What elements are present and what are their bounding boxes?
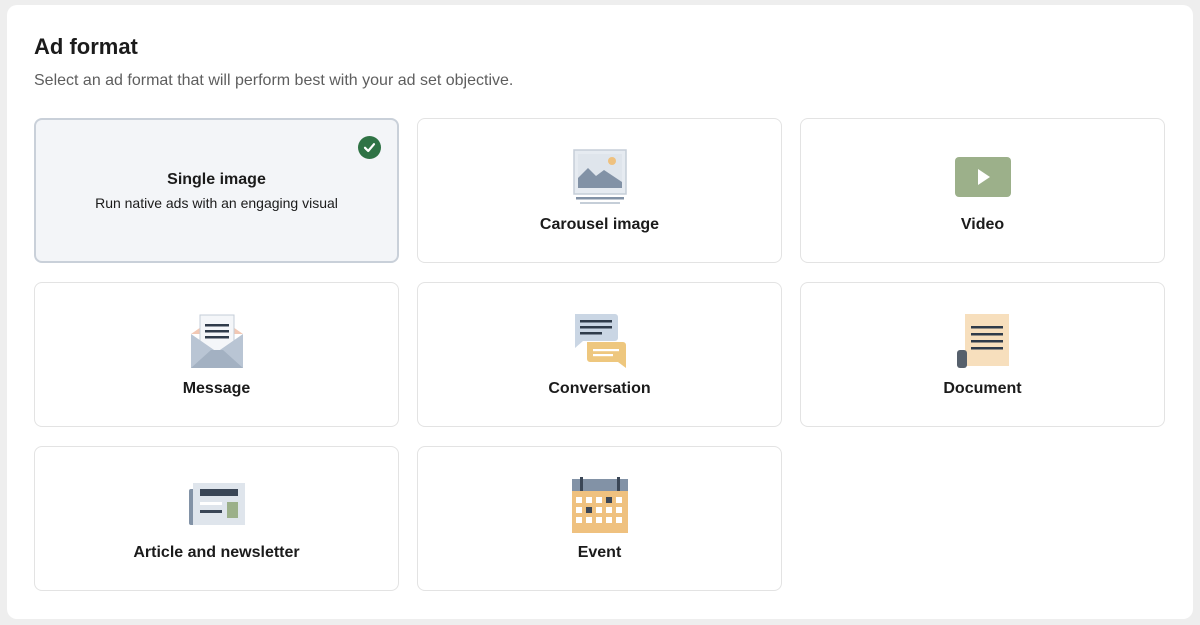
document-icon	[953, 311, 1013, 371]
envelope-icon	[187, 311, 247, 371]
newspaper-icon	[187, 475, 247, 535]
page-subtitle: Select an ad format that will perform be…	[34, 72, 514, 89]
format-card-message[interactable]: Message	[34, 282, 399, 427]
video-play-icon	[953, 147, 1013, 207]
format-label: Single image	[167, 170, 266, 188]
format-card-event[interactable]: Event	[417, 446, 782, 591]
carousel-image-icon	[570, 147, 630, 207]
page-title: Ad format	[34, 34, 138, 59]
format-label: Article and newsletter	[133, 543, 300, 561]
chat-bubbles-icon	[570, 311, 630, 371]
format-label: Message	[182, 379, 251, 397]
format-label: Event	[577, 543, 622, 561]
format-label: Conversation	[548, 379, 651, 397]
calendar-icon	[570, 475, 630, 535]
format-label: Video	[960, 215, 1005, 233]
format-card-single-image[interactable]: Single image Run native ads with an enga…	[34, 118, 399, 263]
ad-format-panel: Ad format Select an ad format that will …	[7, 5, 1193, 619]
ad-format-grid: Single image Run native ads with an enga…	[34, 118, 1165, 591]
format-card-document[interactable]: Document	[800, 282, 1165, 427]
format-description: Run native ads with an engaging visual	[95, 194, 338, 211]
format-card-article-and-newsletter[interactable]: Article and newsletter	[34, 446, 399, 591]
format-label: Carousel image	[539, 215, 660, 233]
format-card-video[interactable]: Video	[800, 118, 1165, 263]
format-card-carousel-image[interactable]: Carousel image	[417, 118, 782, 263]
format-label: Document	[943, 379, 1022, 397]
format-card-conversation[interactable]: Conversation	[417, 282, 782, 427]
check-circle-icon	[358, 136, 381, 159]
